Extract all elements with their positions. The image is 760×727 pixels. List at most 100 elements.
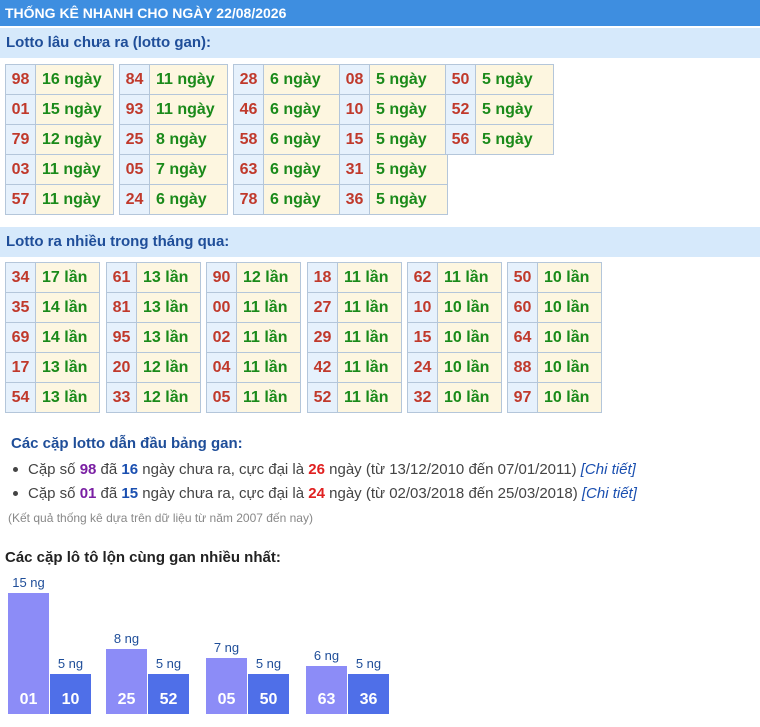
table-row: 54 13 lần <box>5 382 100 413</box>
lotto-count: 11 lần <box>236 352 301 383</box>
table-row: 03 11 ngày <box>5 154 114 185</box>
table-row: 57 11 ngày <box>5 184 114 215</box>
lotto-number: 27 <box>307 292 338 323</box>
lotto-count: 11 lần <box>236 292 301 323</box>
nhieu-table: 34 17 lần 35 14 lần 69 14 lần 17 13 lần 54 13 lần <box>5 262 100 413</box>
gan-table: 98 16 ngày 01 15 ngày 79 12 ngày 03 11 ngày 57 11… <box>5 64 114 215</box>
lotto-number: 61 <box>106 262 137 293</box>
lotto-count: 8 ngày <box>149 124 228 155</box>
bar-value-label: 15 ng <box>12 575 45 590</box>
gan-table: 50 5 ngày 52 5 ngày 56 5 ngày <box>445 64 554 155</box>
lotto-count: 13 lần <box>136 292 201 323</box>
table-row: 46 6 ngày <box>233 94 342 125</box>
lotto-count: 6 ngày <box>263 154 342 185</box>
lotto-number: 20 <box>106 352 137 383</box>
table-row: 52 5 ngày <box>445 94 554 125</box>
nhieu-section-title: Lotto ra nhiều trong tháng qua: <box>0 227 760 257</box>
lotto-count: 5 ngày <box>369 94 448 125</box>
table-row: 97 10 lần <box>507 382 602 413</box>
bar-label: 25 <box>117 691 136 708</box>
lotto-count: 14 lần <box>35 322 100 353</box>
table-row: 01 15 ngày <box>5 94 114 125</box>
pair-number: 98 <box>79 461 97 478</box>
detail-link[interactable]: [Chi tiết] <box>582 485 637 502</box>
chart-bar: 25 <box>106 649 147 714</box>
lotto-number: 78 <box>233 184 264 215</box>
table-row: 78 6 ngày <box>233 184 342 215</box>
lotto-number: 36 <box>339 184 370 215</box>
table-row: 10 5 ngày <box>339 94 448 125</box>
table-row: 08 5 ngày <box>339 64 448 95</box>
table-row: 34 17 lần <box>5 262 100 293</box>
gan-section-title: Lotto lâu chưa ra (lotto gan): <box>0 28 760 58</box>
lotto-number: 15 <box>339 124 370 155</box>
lotto-count: 11 lần <box>337 322 402 353</box>
lotto-count: 13 lần <box>35 352 100 383</box>
pair-days: 15 <box>121 485 139 502</box>
lotto-number: 95 <box>106 322 137 353</box>
lotto-number: 58 <box>233 124 264 155</box>
lotto-number: 29 <box>307 322 338 353</box>
lotto-number: 15 <box>407 322 438 353</box>
table-row: 36 5 ngày <box>339 184 448 215</box>
detail-link[interactable]: [Chi tiết] <box>581 461 636 478</box>
bar-value-label: 5 ng <box>255 656 282 671</box>
bar-label: 10 <box>61 691 80 708</box>
lotto-count: 13 lần <box>35 382 100 413</box>
lotto-count: 14 lần <box>35 292 100 323</box>
lotto-count: 6 ngày <box>263 64 342 95</box>
nhieu-table: 61 13 lần 81 13 lần 95 13 lần 20 12 lần 33 12 lần <box>106 262 201 413</box>
lotto-number: 93 <box>119 94 150 125</box>
table-row: 31 5 ngày <box>339 154 448 185</box>
lotto-count: 10 lần <box>537 292 602 323</box>
table-row: 15 5 ngày <box>339 124 448 155</box>
lotto-number: 97 <box>507 382 538 413</box>
table-row: 24 10 lần <box>407 352 502 383</box>
table-row: 35 14 lần <box>5 292 100 323</box>
bar-label: 01 <box>19 691 38 708</box>
lotto-number: 04 <box>206 352 237 383</box>
lotto-number: 00 <box>206 292 237 323</box>
pair-max: 26 <box>308 461 325 478</box>
lotto-number: 01 <box>5 94 36 125</box>
lotto-count: 10 lần <box>437 382 502 413</box>
lotto-number: 05 <box>119 154 150 185</box>
lotto-number: 33 <box>106 382 137 413</box>
pair-days: 16 <box>121 461 139 478</box>
lotto-number: 62 <box>407 262 438 293</box>
bar-label: 50 <box>259 691 278 708</box>
lotto-count: 13 lần <box>136 262 201 293</box>
lotto-count: 5 ngày <box>369 124 448 155</box>
nhieu-table: 18 11 lần 27 11 lần 29 11 lần 42 11 lần 52 11 lần <box>307 262 402 413</box>
table-row: 10 10 lần <box>407 292 502 323</box>
table-row: 15 10 lần <box>407 322 502 353</box>
pair-number: 01 <box>79 485 97 502</box>
bullet-icon <box>13 466 18 472</box>
bar-label: 05 <box>217 691 236 708</box>
lotto-count: 5 ngày <box>475 124 554 155</box>
bar-value-label: 7 ng <box>213 640 240 655</box>
lotto-count: 5 ngày <box>369 184 448 215</box>
lotto-count: 17 lần <box>35 262 100 293</box>
lotto-count: 11 lần <box>337 292 402 323</box>
lotto-count: 5 ngày <box>475 94 554 125</box>
lotto-number: 56 <box>445 124 476 155</box>
table-row: 32 10 lần <box>407 382 502 413</box>
bar-value-label: 5 ng <box>155 656 182 671</box>
lotto-number: 84 <box>119 64 150 95</box>
lotto-count: 6 ngày <box>149 184 228 215</box>
lotto-number: 05 <box>206 382 237 413</box>
lotto-number: 32 <box>407 382 438 413</box>
lotto-number: 98 <box>5 64 36 95</box>
chart-bar: 36 <box>348 674 389 714</box>
table-row: 60 10 lần <box>507 292 602 323</box>
lotto-count: 10 lần <box>437 292 502 323</box>
table-row: 04 11 lần <box>206 352 301 383</box>
table-row: 98 16 ngày <box>5 64 114 95</box>
table-row: 81 13 lần <box>106 292 201 323</box>
lotto-number: 88 <box>507 352 538 383</box>
table-row: 61 13 lần <box>106 262 201 293</box>
lotto-number: 03 <box>5 154 36 185</box>
lotto-count: 11 ngày <box>149 64 228 95</box>
lotto-number: 57 <box>5 184 36 215</box>
